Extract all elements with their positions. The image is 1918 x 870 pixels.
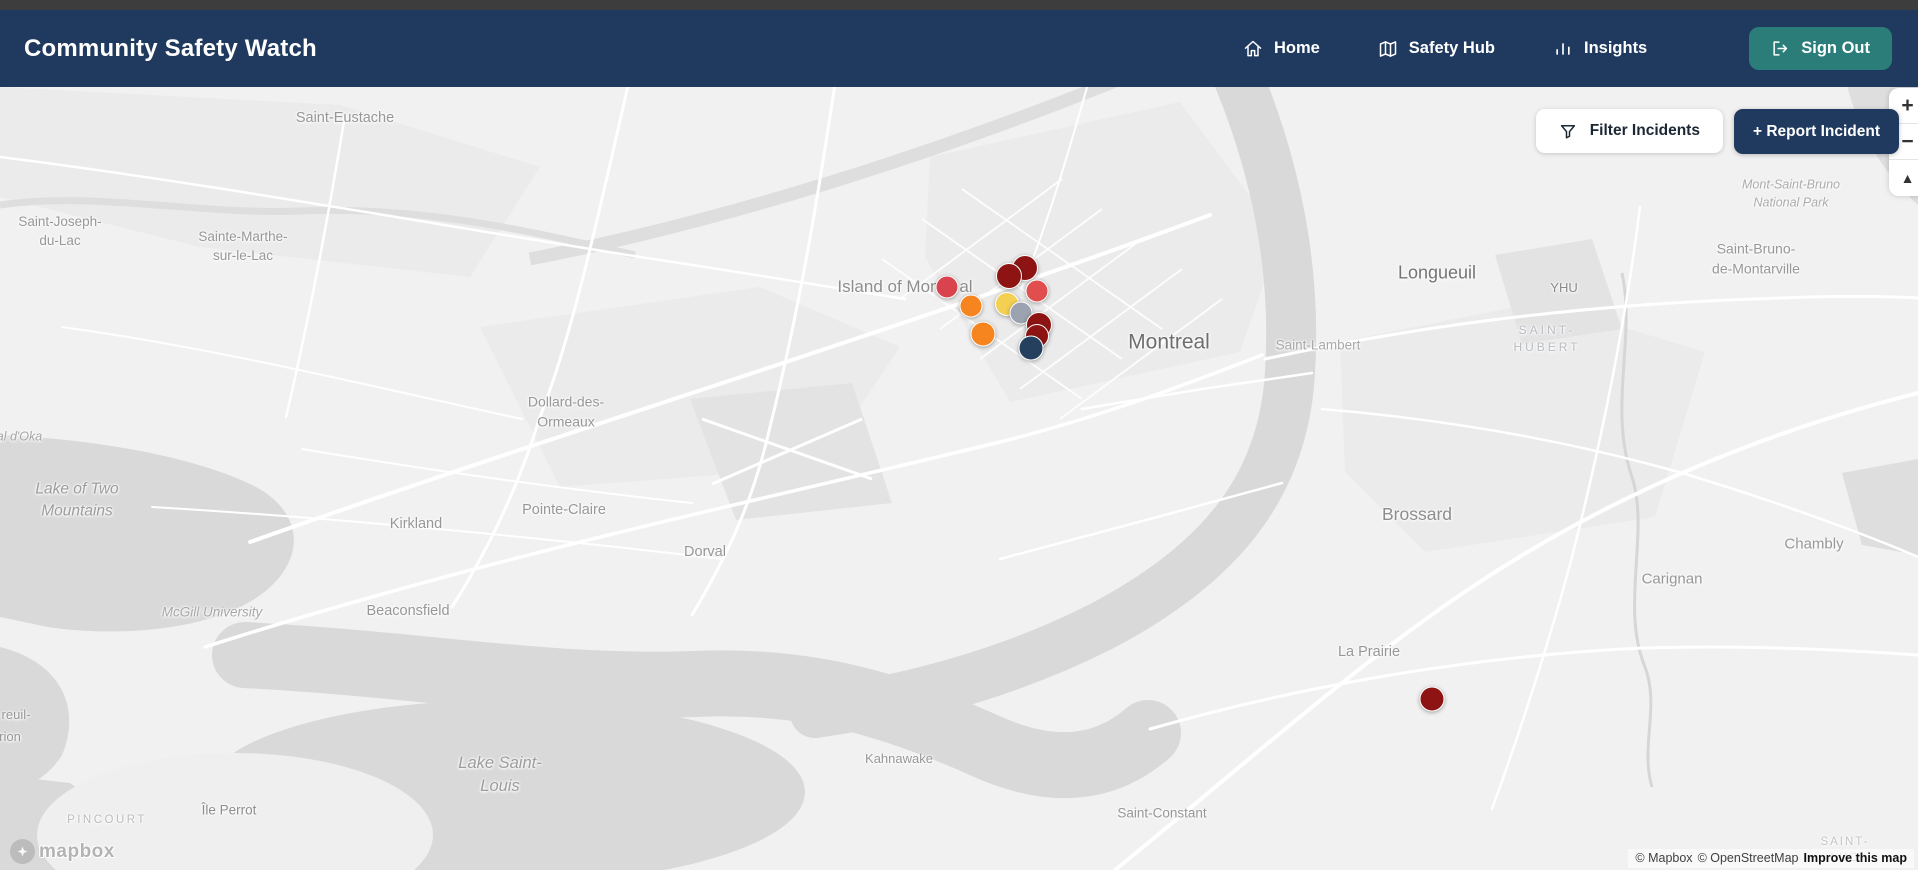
map-icon (1379, 40, 1397, 57)
mapbox-logo[interactable]: mapbox (10, 839, 115, 864)
nav-item-safety-hub[interactable]: Safety Hub (1378, 39, 1495, 59)
attribution-osm-link[interactable]: © OpenStreetMap (1698, 851, 1799, 865)
attribution-mapbox-link[interactable]: © Mapbox (1635, 851, 1692, 865)
incident-marker[interactable] (1025, 279, 1049, 303)
sign-out-button[interactable]: Sign Out (1749, 27, 1892, 70)
filter-incidents-label: Filter Incidents (1589, 122, 1700, 139)
compass-icon: ▲ (1900, 170, 1915, 186)
incident-marker[interactable] (959, 294, 983, 318)
map-markers (0, 87, 1918, 870)
nav-safety-hub-label: Safety Hub (1408, 39, 1495, 57)
report-incident-label: + Report Incident (1752, 122, 1880, 140)
nav-item-home[interactable]: Home (1243, 39, 1320, 59)
nav-insights-label: Insights (1583, 39, 1648, 57)
incident-marker[interactable] (996, 263, 1022, 289)
window-top-strip (0, 0, 1918, 10)
attribution-improve-link[interactable]: Improve this map (1804, 851, 1908, 865)
incident-marker[interactable] (970, 321, 996, 347)
app-window: Community Safety Watch Home Safety Hub I… (0, 0, 1918, 870)
app-header: Community Safety Watch Home Safety Hub I… (0, 10, 1918, 87)
filter-icon (1560, 125, 1575, 139)
nav-item-insights[interactable]: Insights (1553, 39, 1647, 59)
map-attribution: © Mapbox © OpenStreetMap Improve this ma… (1628, 849, 1914, 868)
incident-marker[interactable] (1018, 335, 1044, 361)
compass-button[interactable]: ▲ (1889, 160, 1918, 196)
filter-incidents-button[interactable]: Filter Incidents (1535, 109, 1723, 153)
sign-out-label: Sign Out (1801, 39, 1870, 57)
map-canvas[interactable]: Saint-Eustache Saint-Joseph- du-Lac Sainte… (0, 87, 1918, 870)
nav-home-label: Home (1273, 39, 1320, 57)
mapbox-logo-icon (10, 839, 35, 864)
home-icon (1244, 40, 1262, 56)
map-toolbar: Filter Incidents + Report Incident (1535, 109, 1899, 154)
mapbox-wordmark: mapbox (39, 840, 115, 862)
bar-chart-icon (1556, 42, 1570, 55)
sign-out-icon (1773, 41, 1788, 56)
main-nav: Home Safety Hub Insights Sign Out (1243, 27, 1892, 70)
incident-marker[interactable] (935, 275, 959, 299)
app-title: Community Safety Watch (24, 34, 317, 62)
report-incident-button[interactable]: + Report Incident (1733, 109, 1899, 154)
incident-marker[interactable] (1419, 686, 1445, 712)
